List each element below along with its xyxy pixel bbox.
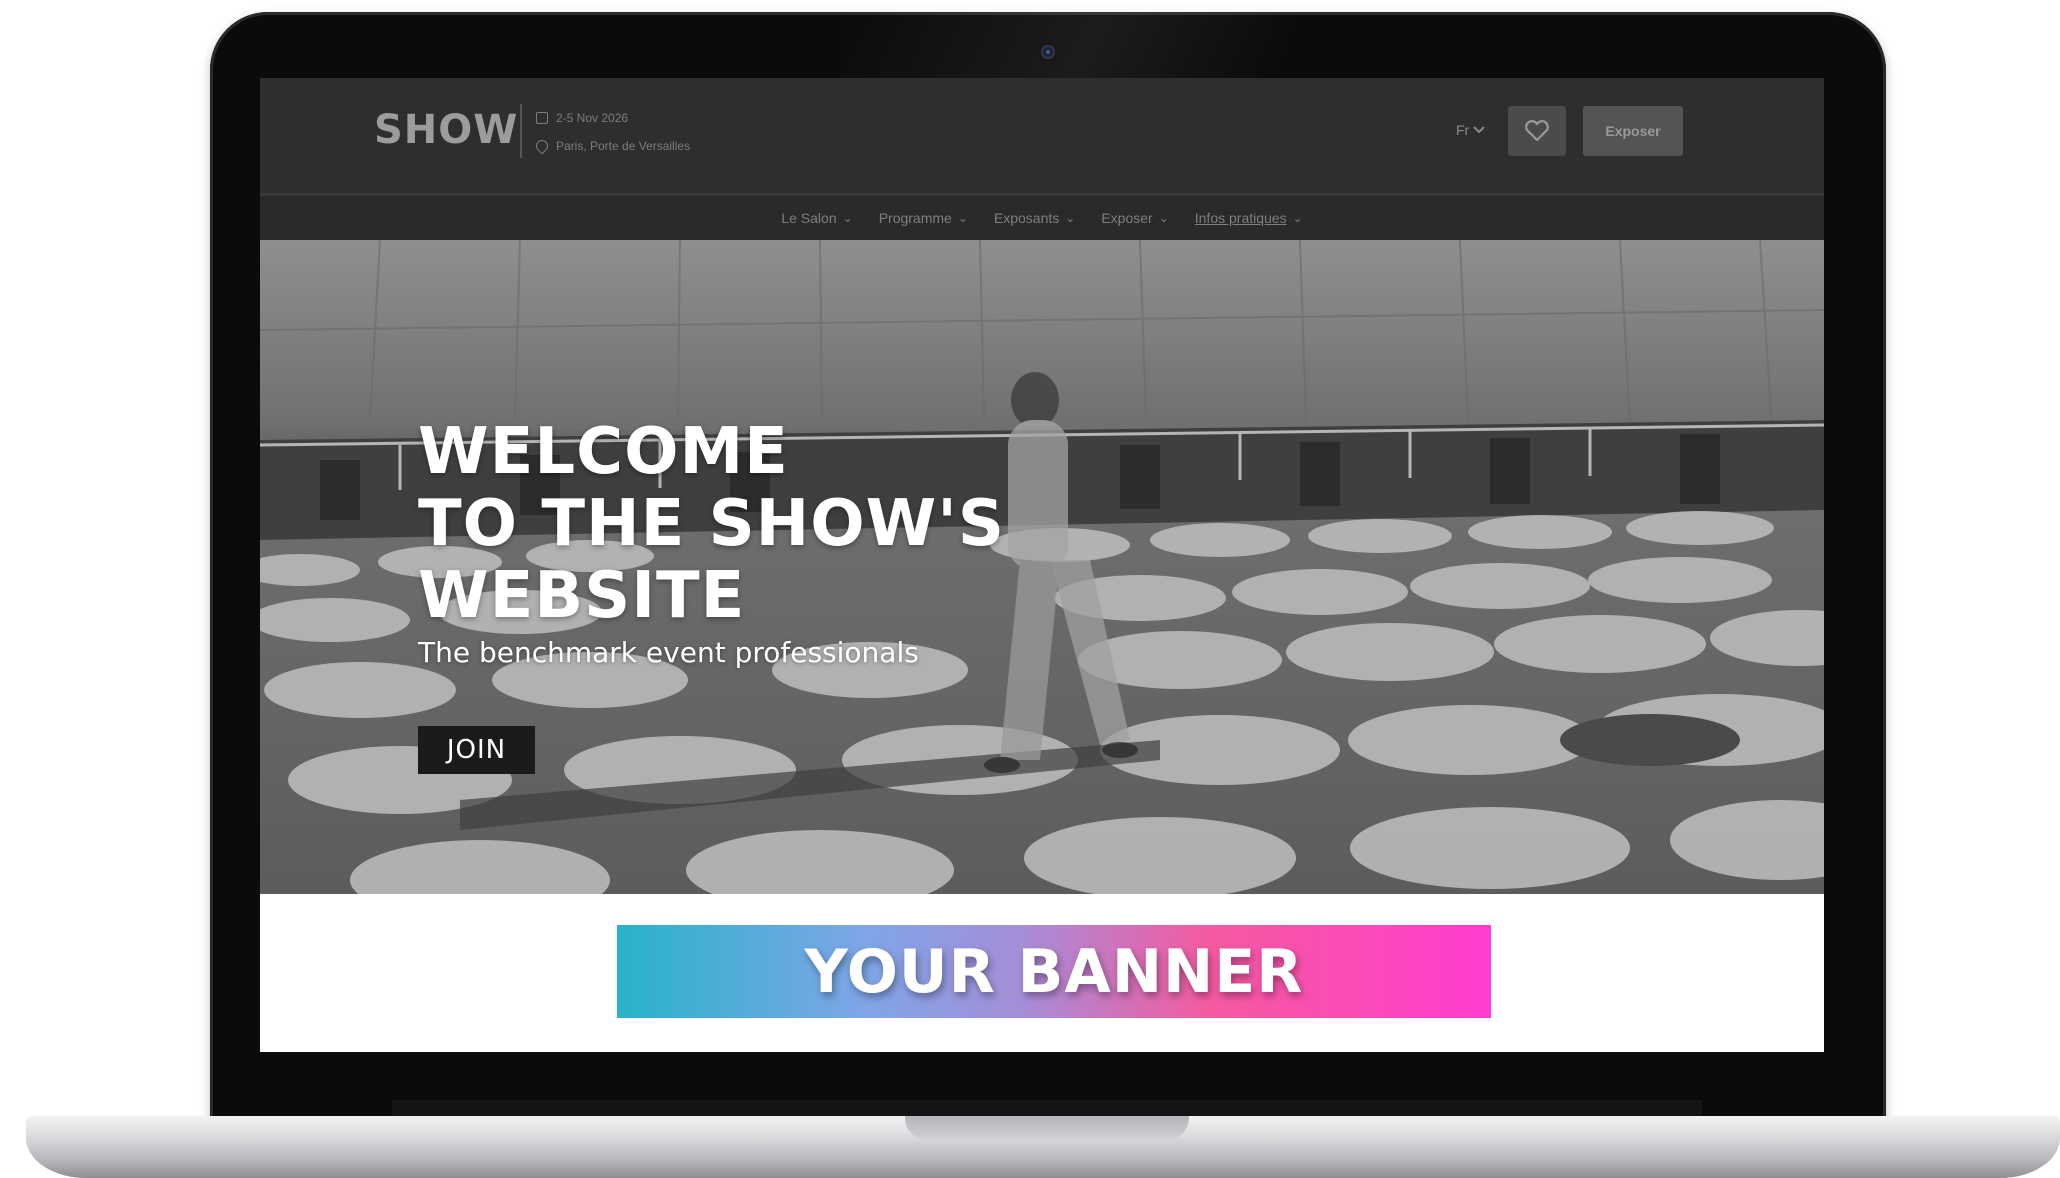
calendar-icon — [536, 112, 548, 124]
laptop-screen: SHOW 2-5 Nov 2026 Paris, Porte de Versai… — [260, 78, 1824, 1052]
chevron-down-icon: ⌄ — [1292, 211, 1303, 225]
nav-item-programme[interactable]: Programme ⌄ — [879, 210, 968, 226]
chevron-down-icon: ⌄ — [957, 211, 968, 225]
laptop-hinge — [392, 1100, 1702, 1116]
heart-icon — [1525, 120, 1549, 142]
event-meta: 2-5 Nov 2026 Paris, Porte de Versailles — [533, 104, 691, 160]
nav-item-exposants[interactable]: Exposants ⌄ — [994, 210, 1075, 226]
chevron-down-icon: ⌄ — [1158, 211, 1169, 225]
expose-button[interactable]: Exposer — [1583, 106, 1683, 156]
event-date-row: 2-5 Nov 2026 — [536, 104, 690, 132]
hero-title-line: WELCOME — [418, 415, 789, 489]
nav-item-label: Exposants — [993, 210, 1060, 226]
chevron-down-icon: ⌄ — [1065, 211, 1076, 225]
site-header: SHOW 2-5 Nov 2026 Paris, Porte de Versai… — [260, 78, 1824, 196]
ad-banner[interactable]: YOUR BANNER — [617, 925, 1491, 1018]
banner-text: YOUR BANNER — [804, 936, 1304, 1007]
hero-title-line: WEBSITE — [418, 559, 746, 633]
nav-item-label: Programme — [878, 210, 952, 226]
nav-item-label: Infos pratiques — [1194, 210, 1287, 226]
nav-item-exposer[interactable]: Exposer ⌄ — [1101, 210, 1168, 226]
hero-section: WELCOME TO THE SHOW'S WEBSITE The benchm… — [260, 240, 1824, 894]
hero-title: WELCOME TO THE SHOW'S WEBSITE — [418, 416, 1005, 632]
nav-item-label: Le Salon — [781, 210, 837, 226]
header-divider — [520, 104, 522, 158]
chevron-down-icon: ⌄ — [842, 211, 853, 225]
nav-item-infos-pratiques[interactable]: Infos pratiques ⌄ — [1195, 210, 1303, 226]
event-location: Paris, Porte de Versailles — [556, 139, 691, 153]
event-date: 2-5 Nov 2026 — [556, 111, 629, 125]
nav-item-le-salon[interactable]: Le Salon ⌄ — [781, 210, 852, 226]
banner-area: YOUR BANNER — [260, 894, 1824, 1052]
event-location-row: Paris, Porte de Versailles — [533, 132, 691, 160]
chevron-down-icon — [1473, 126, 1485, 134]
laptop-base-notch — [905, 1116, 1189, 1140]
language-label: Fr — [1456, 122, 1470, 138]
location-pin-icon — [533, 137, 551, 155]
join-button[interactable]: JOIN — [418, 726, 535, 774]
site-logo[interactable]: SHOW — [374, 107, 518, 153]
hero-title-line: TO THE SHOW'S — [418, 487, 1005, 561]
webcam-icon — [1041, 45, 1055, 59]
main-nav: Le Salon ⌄ Programme ⌄ Exposants ⌄ Expos… — [260, 196, 1824, 240]
hero-subtitle: The benchmark event professionals — [418, 636, 919, 669]
nav-item-label: Exposer — [1101, 210, 1153, 226]
language-select[interactable]: Fr — [1456, 122, 1485, 138]
favorites-button[interactable] — [1508, 106, 1566, 156]
